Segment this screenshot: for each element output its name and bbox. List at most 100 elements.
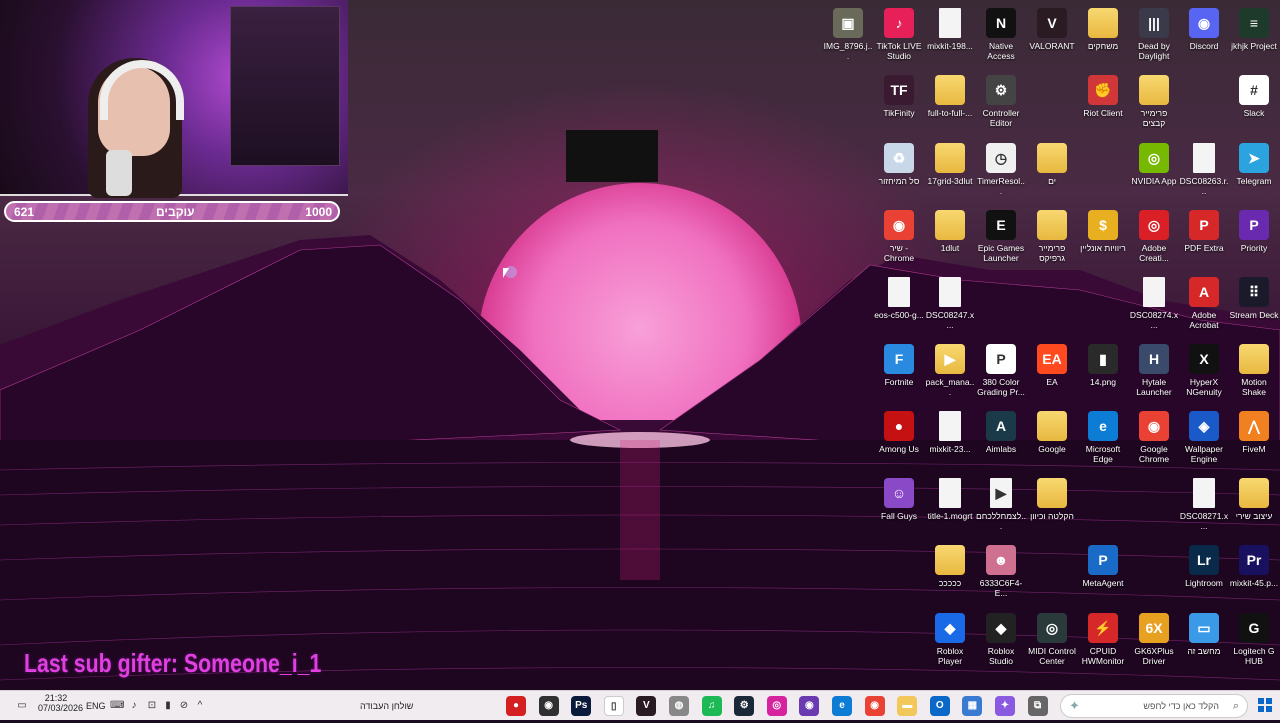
desktop-icon[interactable]: DSC08263.r... [1179, 143, 1229, 207]
desktop-icon[interactable]: ⚡ CPUID HWMonitor [1078, 613, 1128, 677]
wallpaper-engine-icon: ◈ [1189, 411, 1219, 441]
desktop-icon[interactable]: E Epic Games Launcher [976, 210, 1026, 274]
desktop-icon[interactable]: DSC08247.x... [925, 277, 975, 341]
desktop-icon[interactable]: ● Among Us [874, 411, 924, 475]
desktop-icon[interactable]: ☻ 6333C6F4-E... [976, 545, 1026, 609]
keyboard-icon[interactable]: ⌨ [110, 700, 124, 712]
desktop-icon[interactable]: ◎ NVIDIA App [1129, 143, 1179, 207]
desktop-icon[interactable]: DSC08274.x... [1129, 277, 1179, 341]
desktop-icon[interactable]: V VALORANT [1027, 8, 1077, 72]
clock[interactable]: 21:32 07/03/2026 [38, 693, 83, 723]
desktop-icon[interactable]: 1dlut [925, 210, 975, 274]
desktop-icon[interactable]: Pr mixkit-45.p... [1229, 545, 1279, 609]
desktop-icon[interactable]: DSC08271.x... [1179, 478, 1229, 542]
taskbar-app-copilot-icon[interactable]: ✦ [995, 696, 1015, 716]
desktop-icon[interactable]: $ ריוויות אונליין [1078, 210, 1128, 274]
notification-icon[interactable]: ▭ [16, 700, 28, 712]
taskbar-app-store-icon[interactable]: ▦ [962, 696, 983, 716]
desktop-toolbar[interactable]: שולחן העבודה [360, 691, 413, 721]
desktop-icon[interactable]: ✊ Riot Client [1078, 75, 1128, 139]
desktop-icon[interactable]: ⋀ FiveM [1229, 411, 1279, 475]
desktop-icon[interactable]: 6X GK6XPlus Driver [1129, 613, 1179, 677]
desktop-icon[interactable]: EA EA [1027, 344, 1077, 408]
desktop-icon[interactable]: ◷ TimerResol... [976, 143, 1026, 207]
desktop-icon[interactable]: ◆ Roblox Player [925, 613, 975, 677]
desktop-icon[interactable]: eos-c500-g... [874, 277, 924, 341]
desktop-icon[interactable]: mixkit-23... [925, 411, 975, 475]
taskbar-app-instagram-icon[interactable]: ◎ [766, 696, 787, 716]
desktop-icon[interactable]: TF TikFinity [874, 75, 924, 139]
desktop-icon[interactable]: פרימייר קבצים [1129, 75, 1179, 139]
taskbar-app-file-icon[interactable]: ▯ [603, 696, 624, 716]
desktop-icon[interactable]: N Native Access [976, 8, 1026, 72]
desktop-icon[interactable]: P PDF Extra [1179, 210, 1229, 274]
desktop-icon[interactable]: Google [1027, 411, 1077, 475]
desktop-icon[interactable]: X HyperX NGenuity [1179, 344, 1229, 408]
mic-tray-icon[interactable]: ▮ [162, 700, 174, 712]
language-indicator[interactable]: ENG [86, 691, 106, 721]
desktop-icon[interactable]: title-1.mogrt [925, 478, 975, 542]
desktop-icon[interactable]: P MetaAgent [1078, 545, 1128, 609]
taskbar-app-edge-icon[interactable]: e [832, 696, 852, 716]
desktop-icon[interactable]: ◈ Wallpaper Engine [1179, 411, 1229, 475]
desktop-icon[interactable]: ➤ Telegram [1229, 143, 1279, 207]
desktop-icon[interactable]: ▶ pack_mana... [925, 344, 975, 408]
taskbar-app-steam-chat-icon[interactable]: ◍ [669, 696, 689, 716]
taskbar-app-steam-icon[interactable]: ⚙ [734, 696, 755, 716]
desktop-icon[interactable]: ◉ Google Chrome [1129, 411, 1179, 475]
desktop-icon[interactable]: ▶ לצמחללכחם... [976, 478, 1026, 542]
desktop-icon[interactable]: e Microsoft Edge [1078, 411, 1128, 475]
network-icon[interactable]: ⊡ [146, 700, 158, 712]
desktop-icon[interactable]: ⚙ Controller Editor [976, 75, 1026, 139]
desktop-icon[interactable]: הקלטה וכיוון [1027, 478, 1077, 542]
desktop-icon[interactable]: משחקים [1078, 8, 1128, 72]
taskbar-app-photoshop-icon[interactable]: Ps [571, 696, 592, 716]
desktop-icon[interactable]: full-to-full-... [925, 75, 975, 139]
chevron-up-icon[interactable]: ^ [194, 700, 206, 712]
desktop-icon[interactable]: ⠿ Stream Deck [1229, 277, 1279, 341]
taskbar-app-obs-icon[interactable]: ◉ [538, 696, 559, 716]
taskbar-app-chrome-icon[interactable]: ◉ [864, 696, 885, 716]
desktop-icon[interactable]: ≡ jkhjk Project [1229, 8, 1279, 72]
desktop-icon[interactable]: ◎ MIDI Control Center [1027, 613, 1077, 677]
desktop-icon[interactable]: פרימייר גרפיקס [1027, 210, 1077, 274]
desktop-icon[interactable]: ◉ Discord [1179, 8, 1229, 72]
desktop-icon[interactable]: ||| Dead by Daylight [1129, 8, 1179, 72]
volume-icon[interactable]: ♪ [128, 700, 140, 712]
desktop-icon[interactable]: ים [1027, 143, 1077, 207]
desktop-icon[interactable]: ◆ Roblox Studio [976, 613, 1026, 677]
desktop-icon[interactable]: ◎ Adobe Creati... [1129, 210, 1179, 274]
desktop-icon[interactable]: ▭ מחשב זה [1179, 613, 1229, 677]
desktop-icon[interactable]: ☺ Fall Guys [874, 478, 924, 542]
desktop-icon[interactable]: P 380 Color Grading Pr... [976, 344, 1026, 408]
taskbar-app-taskview-icon[interactable]: ⧉ [1027, 696, 1048, 716]
desktop-icon[interactable]: H Hytale Launcher [1129, 344, 1179, 408]
desktop-icon[interactable]: 17grid-3dlut [925, 143, 975, 207]
taskbar-app-discord-like-icon[interactable]: ◉ [799, 696, 820, 716]
taskbar-app-spotify-icon[interactable]: ♫ [701, 696, 722, 716]
desktop-icon[interactable]: ▮ 14.png [1078, 344, 1128, 408]
desktop-icon[interactable]: ♻ סל המיחזור [874, 143, 924, 207]
desktop-icon[interactable]: mixkit-198... [925, 8, 975, 72]
desktop-icon[interactable]: F Fortnite [874, 344, 924, 408]
muted-icon[interactable]: ⊘ [178, 700, 190, 712]
taskbar-app-red-icon[interactable]: ● [506, 696, 526, 716]
desktop-icon[interactable]: ◉ שיר - Chrome [874, 210, 924, 274]
desktop-icon[interactable]: ▣ IMG_8796.j... [823, 8, 873, 72]
desktop-icon[interactable]: G Logitech G HUB [1229, 613, 1279, 677]
taskbar-app-valorant-icon[interactable]: V [636, 696, 657, 716]
desktop-icon[interactable]: # Slack [1229, 75, 1279, 139]
desktop-icon[interactable]: עיצוב שירי [1229, 478, 1279, 542]
desktop-icon[interactable]: כככככ [925, 545, 975, 609]
desktop-icon[interactable]: Lr Lightroom [1179, 545, 1229, 609]
desktop-icon[interactable]: ♪ TikTok LIVE Studio [874, 8, 924, 72]
search-box[interactable]: ✦ הקלד כאן כדי לחפש ⌕ [1060, 694, 1248, 718]
desktop-icon[interactable]: Motion Shake [1229, 344, 1279, 408]
start-button[interactable] [1258, 698, 1272, 712]
taskbar-app-outlook-icon[interactable]: O [929, 696, 950, 716]
desktop-icon-label: Google Chrome [1138, 444, 1170, 464]
desktop-icon[interactable]: A Adobe Acrobat [1179, 277, 1229, 341]
desktop-icon[interactable]: P Priority [1229, 210, 1279, 274]
taskbar-app-explorer-icon[interactable]: ▬ [897, 696, 918, 716]
desktop-icon[interactable]: A Aimlabs [976, 411, 1026, 475]
